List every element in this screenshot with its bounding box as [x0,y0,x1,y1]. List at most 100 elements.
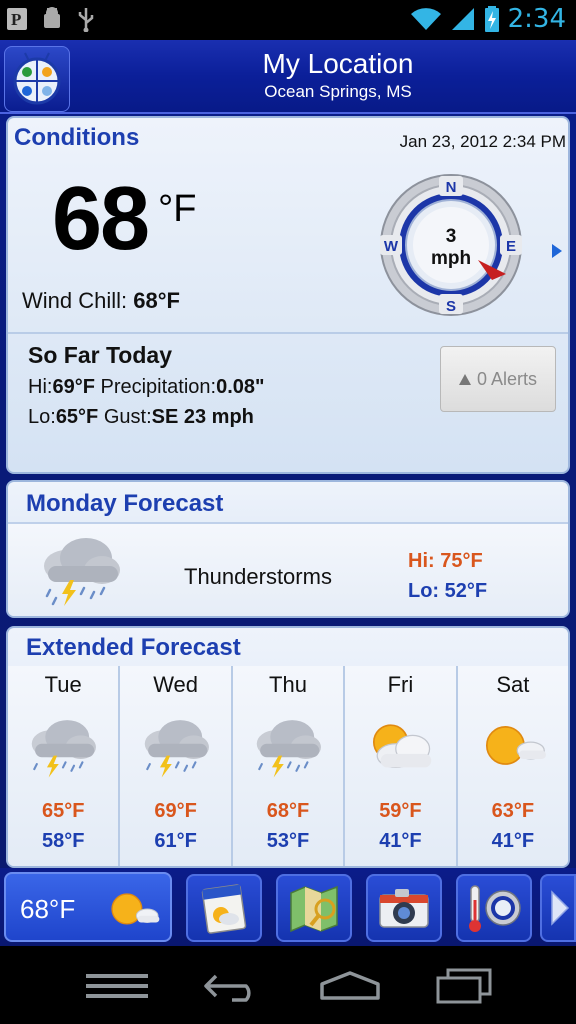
day-name: Thu [269,672,307,697]
status-time: 2:34 [507,4,566,34]
day-hi: 69°F [154,800,197,822]
current-temperature: 68 [52,169,150,269]
wind-chill-value: 68°F [133,288,180,313]
location-title: My Location [262,48,414,79]
usb-icon [78,8,94,32]
today-condition: Thunderstorms [184,564,332,589]
day-name: Wed [153,672,199,697]
menu-icon[interactable] [86,972,148,1000]
day-lo: 61°F [154,830,197,852]
compass-north: N [446,179,457,196]
compass-east: E [506,238,516,255]
weather-app: My Location Ocean Springs, MS Conditions… [0,40,576,946]
wind-compass[interactable]: N S W E 3 mph [378,172,524,318]
lo-label: Lo: [28,406,56,428]
today-forecast-heading: Monday Forecast [26,490,224,517]
extended-days: Tue 65°F 58°F Wed 69°F 61°F Thu 68°F 53°… [8,666,568,866]
status-bar: P 2:34 [0,0,576,40]
forecast-day-sat[interactable]: Sat 63°F 41°F [457,666,568,866]
location-subtitle: Ocean Springs, MS [264,82,412,101]
conditions-card[interactable]: Conditions Jan 23, 2012 2:34 PM 68 °F Wi… [6,116,570,474]
battery-charging-icon [484,6,499,32]
observation-datetime: Jan 23, 2012 2:34 PM [399,132,566,151]
map-icon [290,885,338,933]
svg-text:P: P [11,10,21,29]
wind-chill-label: Wind Chill: [22,288,134,313]
forecast-day-thu[interactable]: Thu 68°F 53°F [232,666,346,866]
recent-apps-icon[interactable] [434,968,492,1004]
day-lo: 58°F [41,830,85,852]
p-notification-icon: P [7,8,27,30]
gust-label: Gust: [103,406,152,428]
android-debug-icon [44,7,60,28]
extended-forecast-heading: Extended Forecast [26,634,241,661]
wind-speed-unit: mph [431,248,471,269]
conditions-heading: Conditions [14,124,140,151]
partly-cloudy-icon [373,724,432,769]
today-hi: Hi: 75°F [408,550,483,572]
day-hi: 65°F [41,800,85,822]
conditions-divider [8,332,568,334]
precipitation-value: 0.08" [216,376,265,398]
thunderstorm-icon [256,720,321,778]
thermometer-compass-icon [469,885,521,932]
day-lo: 41°F [379,830,422,852]
compass-west: W [384,238,399,255]
camera-button[interactable] [366,874,442,942]
mostly-sunny-icon [111,893,160,925]
today-forecast-body: Thunderstorms Hi: 75°F Lo: 52°F [8,524,568,616]
wind-chill: Wind Chill: 68°F [22,288,180,314]
day-name: Sat [496,672,530,697]
today-forecast-card[interactable]: Monday Forecast Thunderstorms Hi: 75°F L… [6,480,570,618]
thunderstorm-icon [44,538,120,606]
mostly-sunny-icon [485,726,546,765]
alerts-button[interactable]: 0 Alerts [440,346,556,412]
lo-value: 65°F [55,406,99,428]
maps-button[interactable] [276,874,352,942]
chevron-right-icon [551,890,570,926]
compass-south: S [446,298,456,315]
day-name: Tue [44,672,82,697]
next-arrow-icon[interactable] [552,244,562,258]
wifi-icon [410,8,441,31]
wind-speed: 3 [446,226,457,247]
alert-triangle-icon [458,373,471,385]
system-navigation-bar [0,946,576,1024]
app-logo-button[interactable] [4,46,70,112]
alerts-label: 0 Alerts [476,368,538,389]
hi-value: 69°F [52,376,95,398]
so-far-lo-gust: Lo:65°F Gust:SE 23 mph [28,406,254,429]
camera-icon [379,889,429,928]
thunderstorm-icon [144,720,209,778]
gust-value: SE 23 mph [151,406,254,428]
extended-forecast-card[interactable]: Extended Forecast Tue 65°F 58°F Wed 69°F… [6,626,570,868]
thunderstorm-icon [31,720,97,778]
day-lo: 53°F [266,830,310,852]
day-lo: 41°F [491,830,535,852]
home-icon[interactable] [318,970,382,1000]
day-hi: 63°F [491,800,535,822]
forecast-calendar-button[interactable] [186,874,262,942]
toolbar-more-button[interactable] [540,874,576,942]
hi-label: Hi: [28,376,53,398]
so-far-hi-precip: Hi:69°F Precipitation:0.08" [28,376,265,399]
precipitation-label: Precipitation: [100,376,217,398]
forecast-day-wed[interactable]: Wed 69°F 61°F [120,666,233,866]
today-lo: Lo: 52°F [408,580,488,602]
back-icon[interactable] [202,972,262,1002]
day-name: Fri [387,672,414,697]
signal-icon [451,8,474,30]
app-header: My Location Ocean Springs, MS [0,40,576,114]
calendar-forecast-icon [201,884,247,934]
current-conditions-button[interactable]: 68°F [4,872,172,942]
day-hi: 59°F [379,800,422,822]
bottom-toolbar: 68°F [0,868,576,946]
gauges-button[interactable] [456,874,532,942]
so-far-today-heading: So Far Today [28,342,172,368]
weatherbug-logo-icon [13,52,61,105]
day-hi: 68°F [266,800,310,822]
forecast-day-tue[interactable]: Tue 65°F 58°F [8,666,121,866]
temperature-unit: °F [158,188,197,230]
forecast-day-fri[interactable]: Fri 59°F 41°F [345,666,458,866]
toolbar-current-temp: 68°F [20,894,76,924]
